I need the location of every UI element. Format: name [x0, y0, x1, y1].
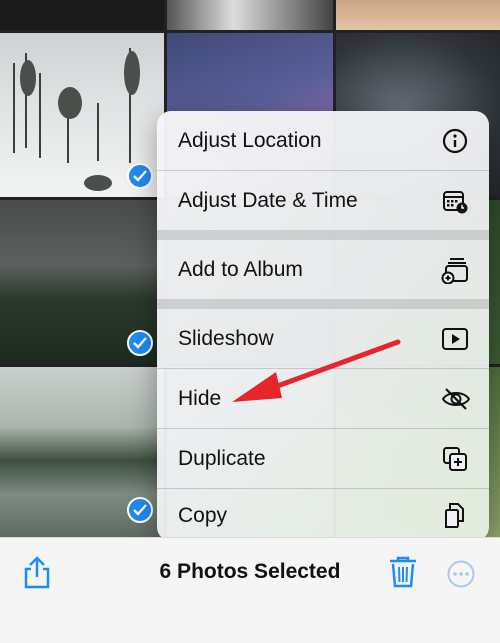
trash-icon[interactable]	[388, 555, 418, 594]
selection-count-title: 6 Photos Selected	[159, 560, 341, 583]
bottom-toolbar: 6 Photos Selected	[0, 537, 500, 643]
ellipsis-circle-icon[interactable]	[446, 559, 476, 594]
